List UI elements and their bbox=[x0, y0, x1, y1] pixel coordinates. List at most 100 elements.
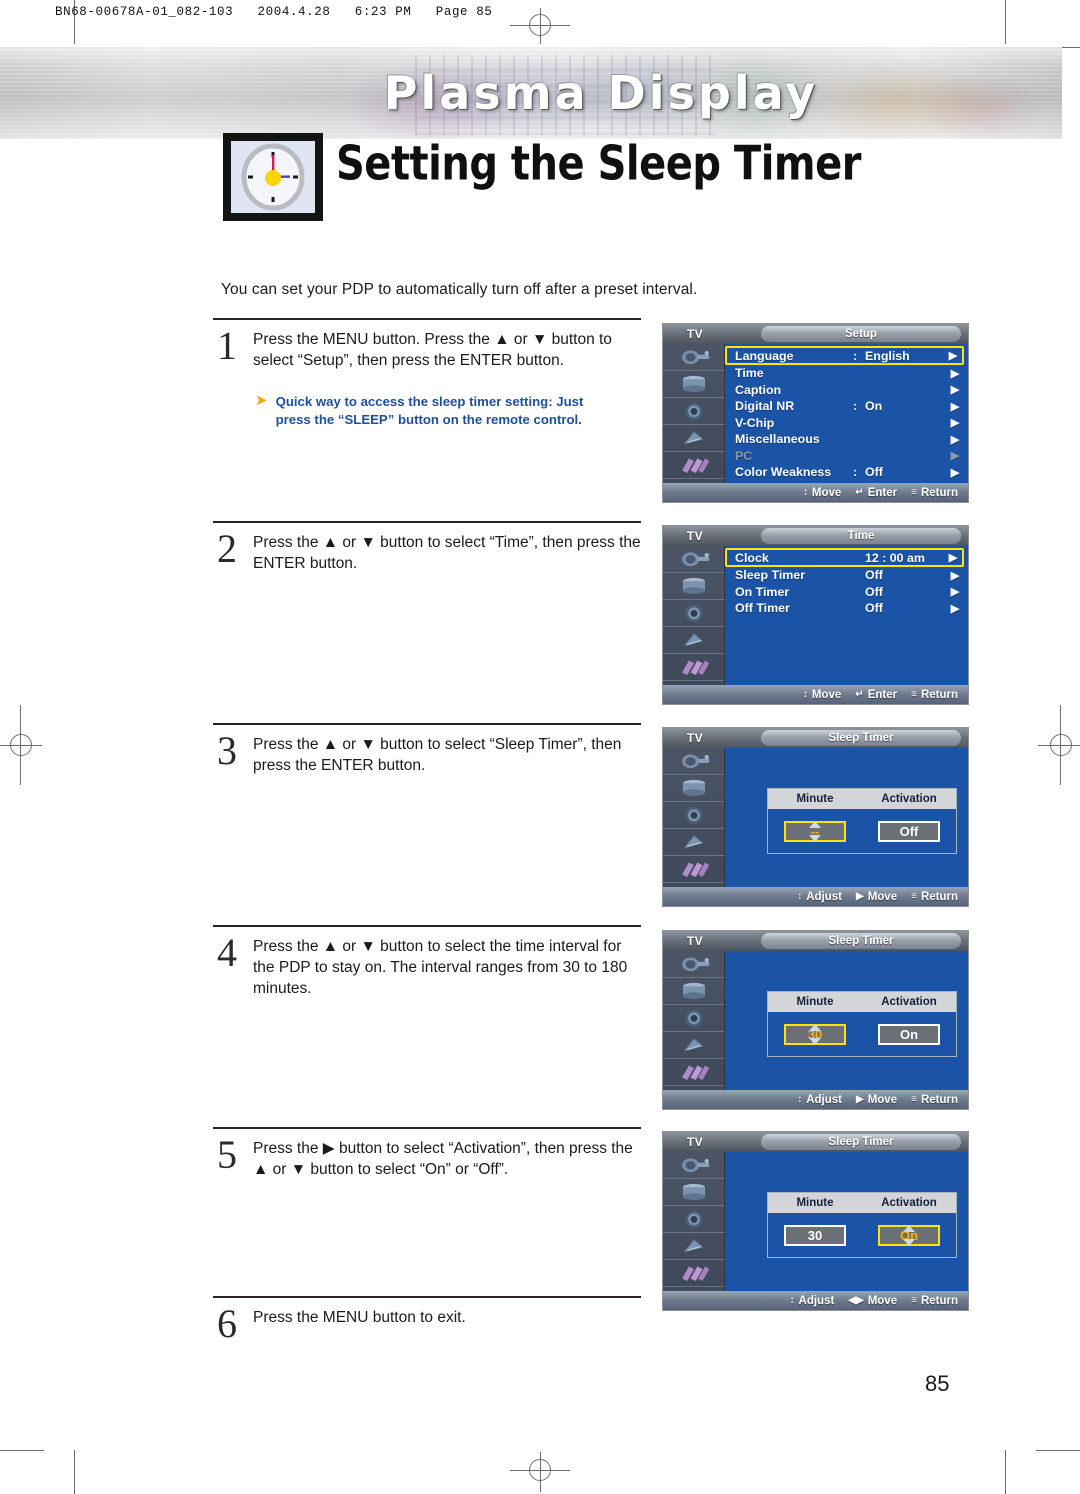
osd-menu-item[interactable]: Language: English ▶ bbox=[725, 346, 964, 365]
osd-footer-action[interactable]: ↕ Move bbox=[803, 689, 841, 701]
chevron-right-icon[interactable]: ▶ bbox=[946, 383, 964, 396]
input-jack-icon bbox=[677, 1156, 711, 1175]
column-header-activation: Activation bbox=[881, 793, 937, 805]
osd-menu-item[interactable]: Time ▶ bbox=[727, 365, 964, 382]
caret-up-icon[interactable] bbox=[809, 820, 821, 828]
caret-up-icon[interactable] bbox=[903, 1224, 915, 1232]
caret-down-icon[interactable] bbox=[903, 1238, 915, 1246]
osd-sidebar-cell[interactable] bbox=[663, 856, 724, 883]
osd-menu-title: Time bbox=[761, 528, 961, 544]
step-number: 6 bbox=[217, 1301, 237, 1346]
osd-footer-label: Move bbox=[811, 486, 842, 499]
osd-footer-action[interactable]: ↕ Adjust bbox=[797, 891, 842, 903]
osd-menu-item-label: Time bbox=[735, 366, 764, 381]
osd-sidebar-cell[interactable] bbox=[663, 600, 724, 627]
osd-sidebar-cell[interactable] bbox=[663, 775, 724, 802]
chevron-right-icon[interactable]: ▶ bbox=[946, 400, 964, 413]
caret-down-icon[interactable] bbox=[809, 834, 821, 842]
osd-menu-item[interactable]: Off Timer Off ▶ bbox=[727, 600, 964, 617]
satellite-dish-icon bbox=[677, 833, 711, 852]
caret-down-icon[interactable] bbox=[809, 1037, 821, 1045]
osd-sidebar-cell[interactable] bbox=[663, 627, 724, 654]
chevron-right-icon[interactable]: ▶ bbox=[946, 433, 964, 446]
osd-footer-action[interactable]: ≡ Return bbox=[911, 891, 958, 903]
osd-sidebar-cell[interactable] bbox=[663, 1206, 724, 1233]
osd-sidebar-cell[interactable] bbox=[663, 978, 724, 1005]
osd-source-label: TV bbox=[686, 327, 704, 341]
osd-footer-bar: ↕ Move ↵ Enter ≡ Return bbox=[663, 483, 968, 502]
osd-sidebar-cell[interactable] bbox=[663, 344, 724, 371]
osd-menu-item[interactable]: Clock 12 : 00 am ▶ bbox=[725, 548, 964, 567]
chevron-right-icon[interactable]: ▶ bbox=[946, 466, 964, 479]
osd-menu-item[interactable]: On Timer Off ▶ bbox=[727, 584, 964, 601]
chevron-right-icon[interactable]: ▶ bbox=[946, 585, 964, 598]
osd-sidebar-cell[interactable] bbox=[663, 1179, 724, 1206]
osd-sidebar-cell[interactable] bbox=[663, 1005, 724, 1032]
osd-footer-label: Return bbox=[920, 890, 958, 903]
osd-menu-item[interactable]: PC ▶ bbox=[727, 448, 964, 465]
osd-footer-action[interactable]: ≡ Return bbox=[911, 1094, 958, 1106]
osd-menu-item[interactable]: V-Chip ▶ bbox=[727, 415, 964, 432]
crop-mark-bottom-left bbox=[74, 1450, 75, 1494]
osd-menu-item[interactable]: Digital NR: On ▶ bbox=[727, 398, 964, 415]
osd-sidebar-cell[interactable] bbox=[663, 802, 724, 829]
osd-source-label: TV bbox=[686, 529, 704, 543]
osd-sidebar-cell[interactable] bbox=[663, 951, 724, 978]
chevron-right-icon[interactable]: ▶ bbox=[946, 416, 964, 429]
osd-footer-action[interactable]: ↵ Enter bbox=[855, 487, 897, 499]
osd-menu-item[interactable]: Sleep Timer Off ▶ bbox=[727, 567, 964, 584]
osd-sidebar-cell[interactable] bbox=[663, 398, 724, 425]
activation-value-field[interactable]: On bbox=[878, 1023, 940, 1045]
osd-sidebar-cell[interactable] bbox=[663, 452, 724, 479]
osd-sidebar-cell[interactable] bbox=[663, 546, 724, 573]
osd-footer-action[interactable]: ≡ Return bbox=[911, 487, 958, 499]
osd-sidebar-cell[interactable] bbox=[663, 1260, 724, 1287]
activation-value-field[interactable]: Off bbox=[878, 820, 940, 842]
caret-up-icon[interactable] bbox=[809, 1023, 821, 1031]
osd-footer-action[interactable]: ◀▶ Move bbox=[848, 1295, 897, 1307]
osd-sidebar-cell[interactable] bbox=[663, 1059, 724, 1086]
chevron-right-icon[interactable]: ▶ bbox=[946, 449, 964, 462]
chevron-right-icon[interactable]: ▶ bbox=[946, 569, 964, 582]
osd-menu-list: Clock 12 : 00 am ▶ Sleep Timer Off ▶ On Timer O… bbox=[725, 548, 964, 617]
osd-sidebar-cell[interactable] bbox=[663, 425, 724, 452]
osd-sidebar-cell[interactable] bbox=[663, 654, 724, 681]
osd-footer-action[interactable]: ≡ Return bbox=[911, 1295, 958, 1307]
osd-menu-item[interactable]: Caption ▶ bbox=[727, 382, 964, 399]
chevron-right-icon[interactable]: ▶ bbox=[946, 367, 964, 380]
osd-menu-item[interactable]: Color Weakness: Off ▶ bbox=[727, 464, 964, 481]
osd-footer-action[interactable]: ↕ Move bbox=[803, 487, 841, 499]
osd-footer-action[interactable]: ↵ Enter bbox=[855, 689, 897, 701]
print-header-text: BN68-00678A-01_082-103 2004.4.28 6:23 PM… bbox=[55, 5, 493, 19]
sleep-timer-table: Minute Activation -- Off bbox=[767, 788, 957, 854]
chevron-right-icon[interactable]: ▶ bbox=[944, 349, 962, 362]
osd-footer-glyph-icon: ◀▶ bbox=[848, 1295, 864, 1306]
speaker-icon bbox=[677, 402, 711, 421]
osd-sidebar-cell[interactable] bbox=[663, 1233, 724, 1260]
step-text: Press the ▲ or ▼ button to select “Time”… bbox=[253, 534, 641, 573]
osd-source-label: TV bbox=[686, 934, 704, 948]
osd-panel-setup-menu: TV Setup Language: English ▶ Time ▶ Caption ▶ Dig… bbox=[662, 323, 969, 503]
osd-footer-action[interactable]: ≡ Return bbox=[911, 689, 958, 701]
osd-sidebar-cell[interactable] bbox=[663, 1032, 724, 1059]
osd-sidebar-cell[interactable] bbox=[663, 573, 724, 600]
osd-footer-action[interactable]: ▶ Move bbox=[856, 1094, 897, 1106]
osd-footer-action[interactable]: ↕ Adjust bbox=[797, 1094, 842, 1106]
sleep-timer-cell: On bbox=[862, 1224, 956, 1246]
tip-callout: ➤ Quick way to access the sleep timer se… bbox=[255, 392, 641, 429]
step-2: 2 Press the ▲ or ▼ button to select “Tim… bbox=[213, 521, 641, 574]
osd-footer-action[interactable]: ▶ Move bbox=[856, 891, 897, 903]
osd-footer-action[interactable]: ↕ Adjust bbox=[790, 1295, 835, 1307]
chevron-right-icon[interactable]: ▶ bbox=[946, 602, 964, 615]
osd-footer-bar: ↕ Adjust ◀▶ Move ≡ Return bbox=[663, 1291, 968, 1310]
osd-sidebar-cell[interactable] bbox=[663, 748, 724, 775]
osd-sidebar-cell[interactable] bbox=[663, 1152, 724, 1179]
osd-title-bar: TV Sleep Timer bbox=[663, 1132, 968, 1152]
osd-footer-glyph-icon: ↵ bbox=[855, 487, 864, 498]
osd-sidebar-cell[interactable] bbox=[663, 371, 724, 398]
osd-sidebar-cell[interactable] bbox=[663, 829, 724, 856]
osd-icon-sidebar bbox=[663, 951, 725, 1109]
chevron-right-icon[interactable]: ▶ bbox=[944, 551, 962, 564]
minute-value-field[interactable]: 30 bbox=[784, 1224, 846, 1246]
osd-menu-item[interactable]: Miscellaneous ▶ bbox=[727, 431, 964, 448]
